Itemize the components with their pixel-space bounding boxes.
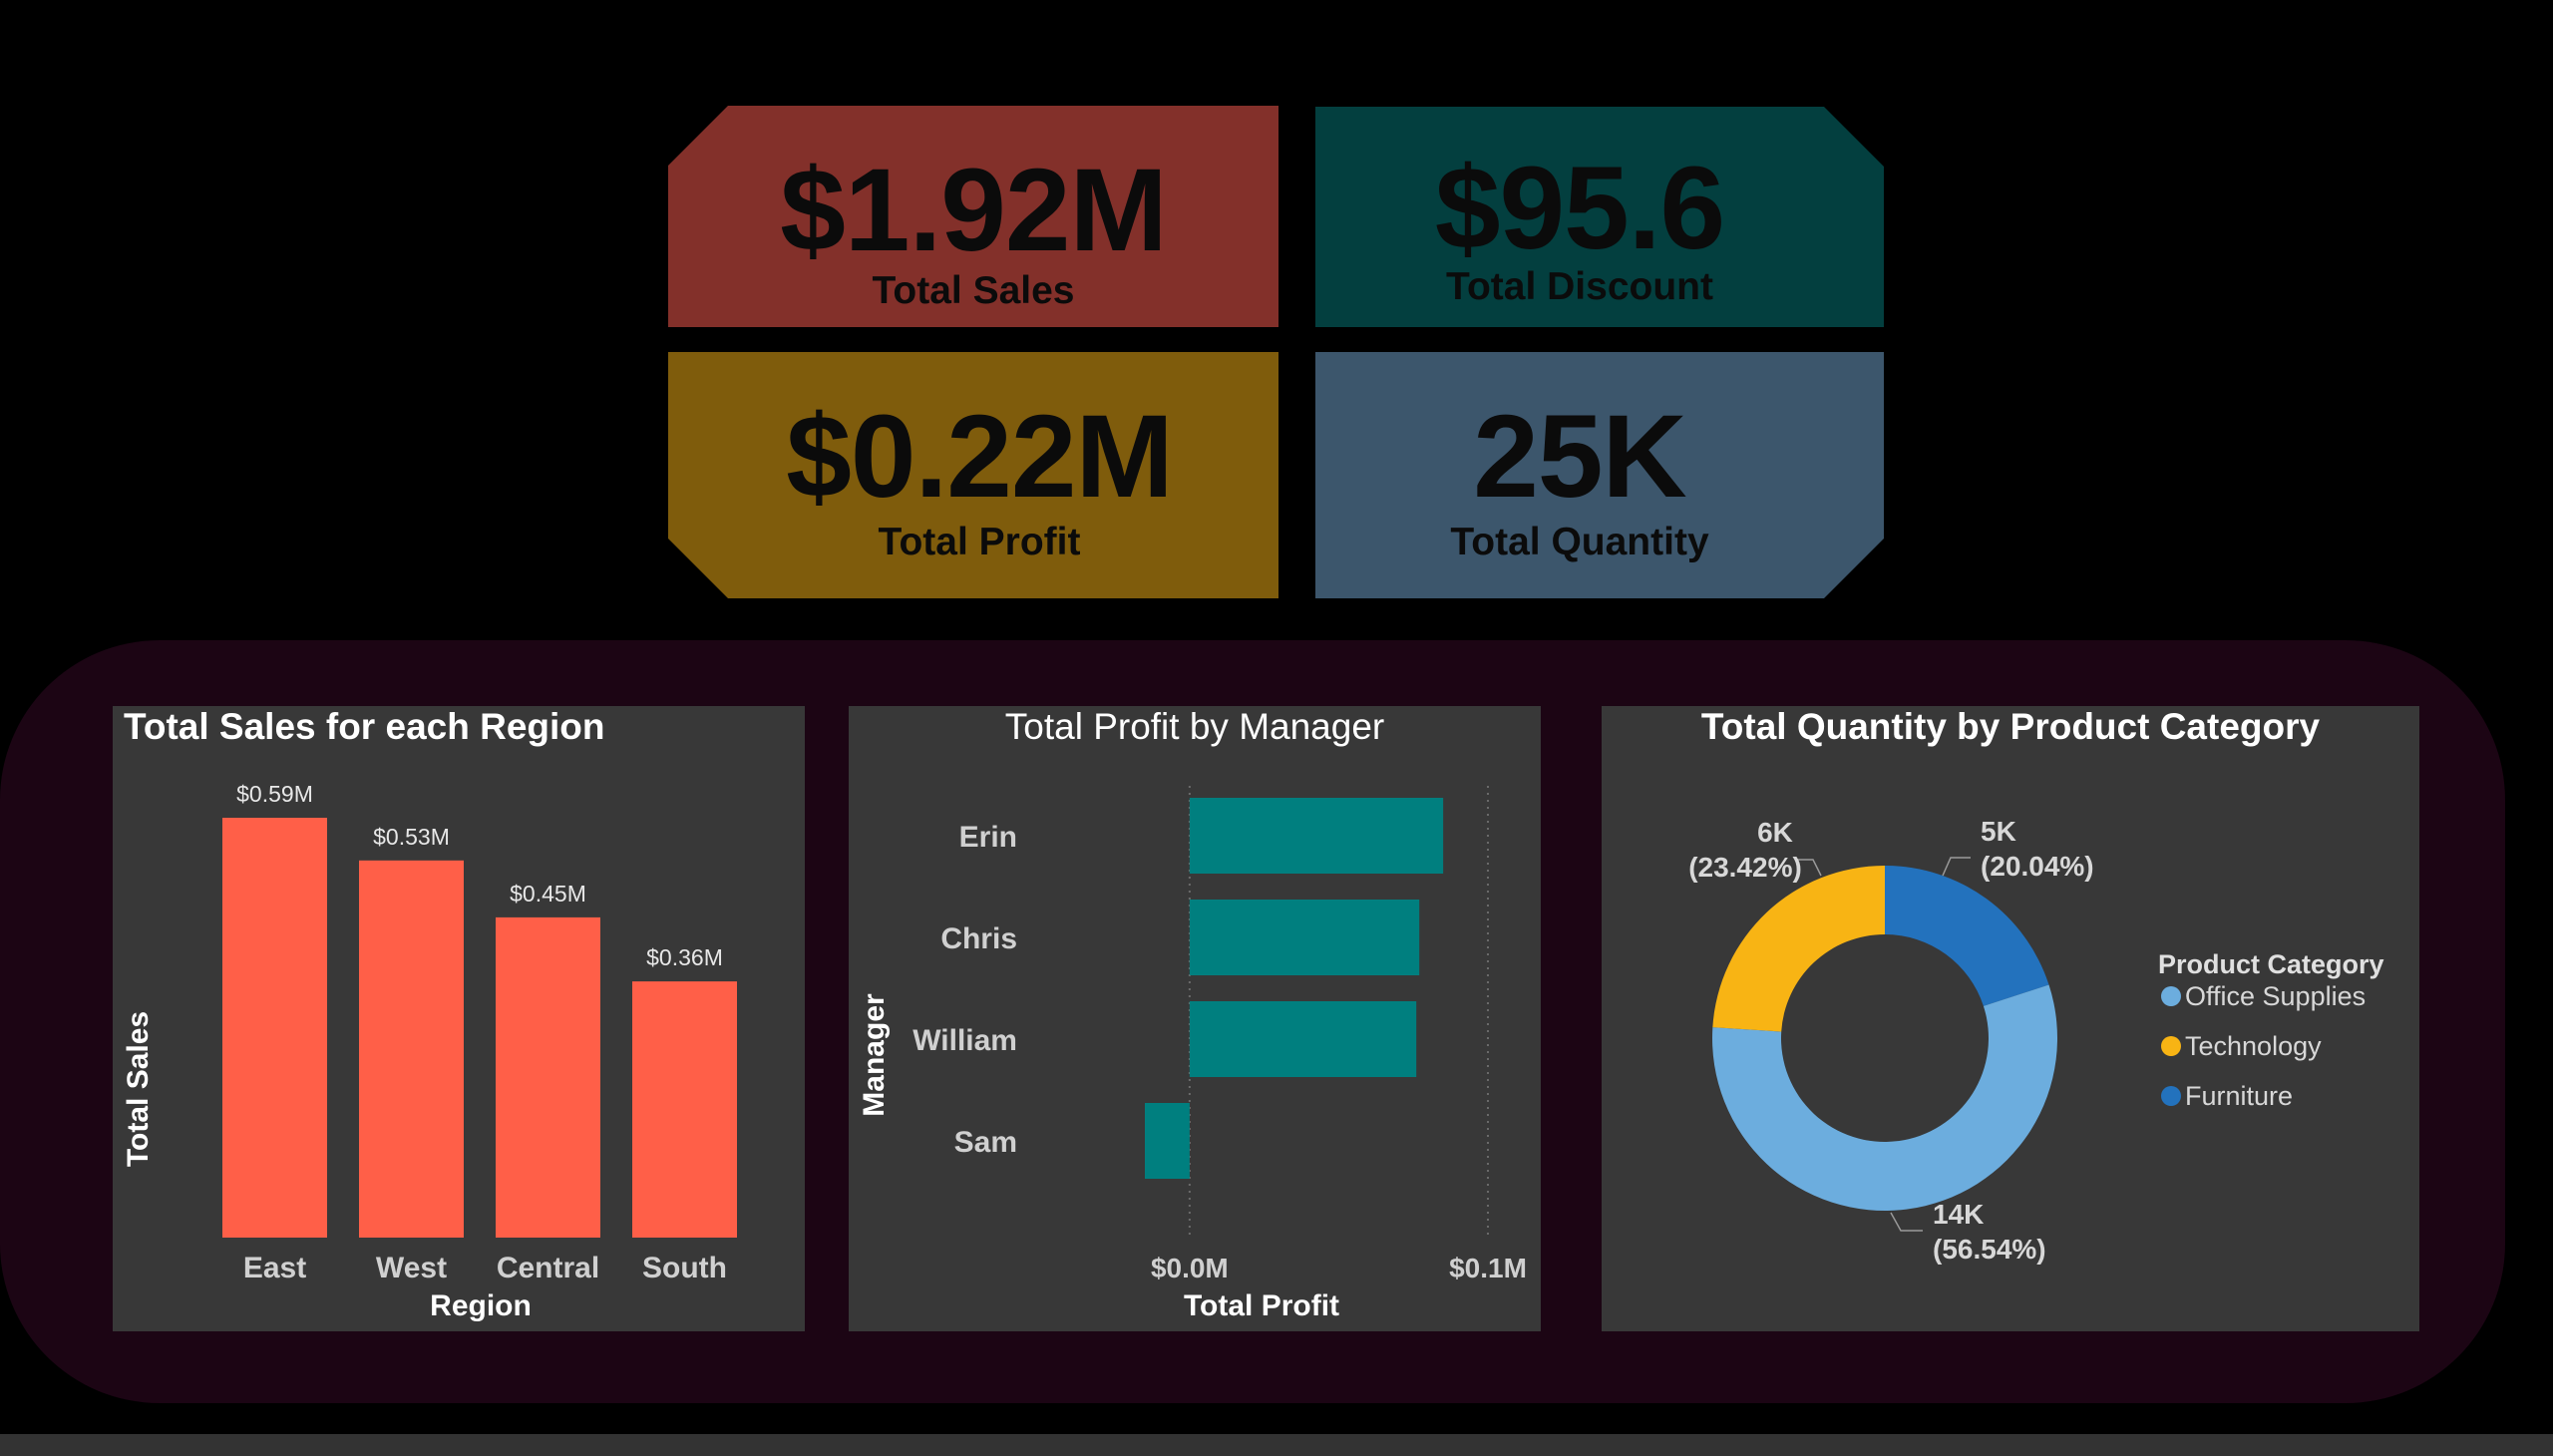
legend-item-label: Technology xyxy=(2185,1031,2322,1061)
donut-leader-line xyxy=(1890,1212,1923,1232)
manager-profit-svg: Total Profit by Manager Manager Total Pr… xyxy=(858,706,1527,1322)
manager-bar xyxy=(1189,798,1444,874)
region-bar xyxy=(496,916,600,1238)
category-chart-title: Total Quantity by Product Category xyxy=(1701,706,2321,747)
region-y-axis-label: Total Sales xyxy=(122,1011,155,1167)
total-discount-value: $95.6 xyxy=(1434,143,1725,274)
donut-value-label: 6K xyxy=(1757,817,1793,848)
legend-item-label: Furniture xyxy=(2185,1081,2293,1111)
manager-chart-title: Total Profit by Manager xyxy=(1005,706,1384,747)
total-discount-card: $95.6 Total Discount xyxy=(1315,107,1884,327)
total-profit-label: Total Profit xyxy=(878,521,1081,563)
category-quantity-chart[interactable]: Total Quantity by Product Category Produ… xyxy=(1602,706,2419,1331)
manager-profit-chart[interactable]: Total Profit by Manager Manager Total Pr… xyxy=(849,706,1541,1331)
total-quantity-value: 25K xyxy=(1473,391,1686,523)
manager-tick-label: Sam xyxy=(954,1126,1017,1159)
region-tick-label: West xyxy=(376,1252,447,1284)
total-sales-card: $1.92M Total Sales xyxy=(668,106,1278,327)
donut-percent-label: (20.04%) xyxy=(1981,851,2094,882)
region-x-axis-label: Region xyxy=(430,1289,532,1322)
manager-x-tick-label: $0.1M xyxy=(1449,1253,1527,1283)
manager-bar xyxy=(1189,900,1420,975)
manager-x-axis-label: Total Profit xyxy=(1184,1289,1339,1322)
region-bar-value-label: $0.53M xyxy=(373,824,450,850)
total-quantity-label: Total Quantity xyxy=(1450,521,1709,563)
manager-tick-label: Erin xyxy=(959,821,1017,854)
legend-marker xyxy=(2161,1086,2181,1106)
total-quantity-card: 25K Total Quantity xyxy=(1315,352,1884,598)
bottom-bar xyxy=(0,1434,2553,1456)
legend-item-label: Office Supplies xyxy=(2185,981,2366,1011)
category-quantity-svg: Total Quantity by Product Category Produ… xyxy=(1688,706,2384,1265)
legend-marker xyxy=(2161,986,2181,1006)
total-sales-label: Total Sales xyxy=(872,269,1075,312)
donut-percent-label: (56.54%) xyxy=(1933,1234,2046,1265)
region-bar-value-label: $0.36M xyxy=(646,944,723,970)
total-profit-card: $0.22M Total Profit xyxy=(668,352,1278,598)
donut-slice xyxy=(1712,866,1885,1032)
legend-title: Product Category xyxy=(2158,949,2384,979)
region-sales-chart[interactable]: Total Sales for each Region Total Sales … xyxy=(113,706,805,1331)
region-bar xyxy=(632,981,737,1238)
region-tick-label: South xyxy=(642,1252,727,1284)
total-profit-value: $0.22M xyxy=(786,391,1173,523)
donut-slice xyxy=(1885,866,2049,1006)
region-tick-label: Central xyxy=(497,1252,599,1284)
manager-tick-label: William xyxy=(912,1024,1017,1057)
manager-x-tick-label: $0.0M xyxy=(1151,1253,1229,1283)
region-bar xyxy=(222,818,327,1238)
total-sales-value: $1.92M xyxy=(780,145,1168,276)
region-sales-svg: Total Sales for each Region Total Sales … xyxy=(122,706,737,1322)
legend-marker xyxy=(2161,1036,2181,1056)
region-bar-value-label: $0.59M xyxy=(236,781,313,807)
total-discount-label: Total Discount xyxy=(1446,265,1713,308)
donut-leader-line xyxy=(1942,857,1971,877)
manager-tick-label: Chris xyxy=(940,922,1017,955)
manager-y-axis-label: Manager xyxy=(858,993,891,1117)
manager-bar xyxy=(1144,1103,1190,1179)
manager-bar xyxy=(1189,1001,1417,1077)
donut-value-label: 5K xyxy=(1981,816,2016,847)
region-chart-title: Total Sales for each Region xyxy=(124,706,604,747)
region-tick-label: East xyxy=(243,1252,306,1284)
donut-value-label: 14K xyxy=(1933,1199,1984,1230)
donut-percent-label: (23.42%) xyxy=(1688,852,1802,883)
region-bar-value-label: $0.45M xyxy=(510,881,586,907)
region-bar xyxy=(359,860,464,1238)
